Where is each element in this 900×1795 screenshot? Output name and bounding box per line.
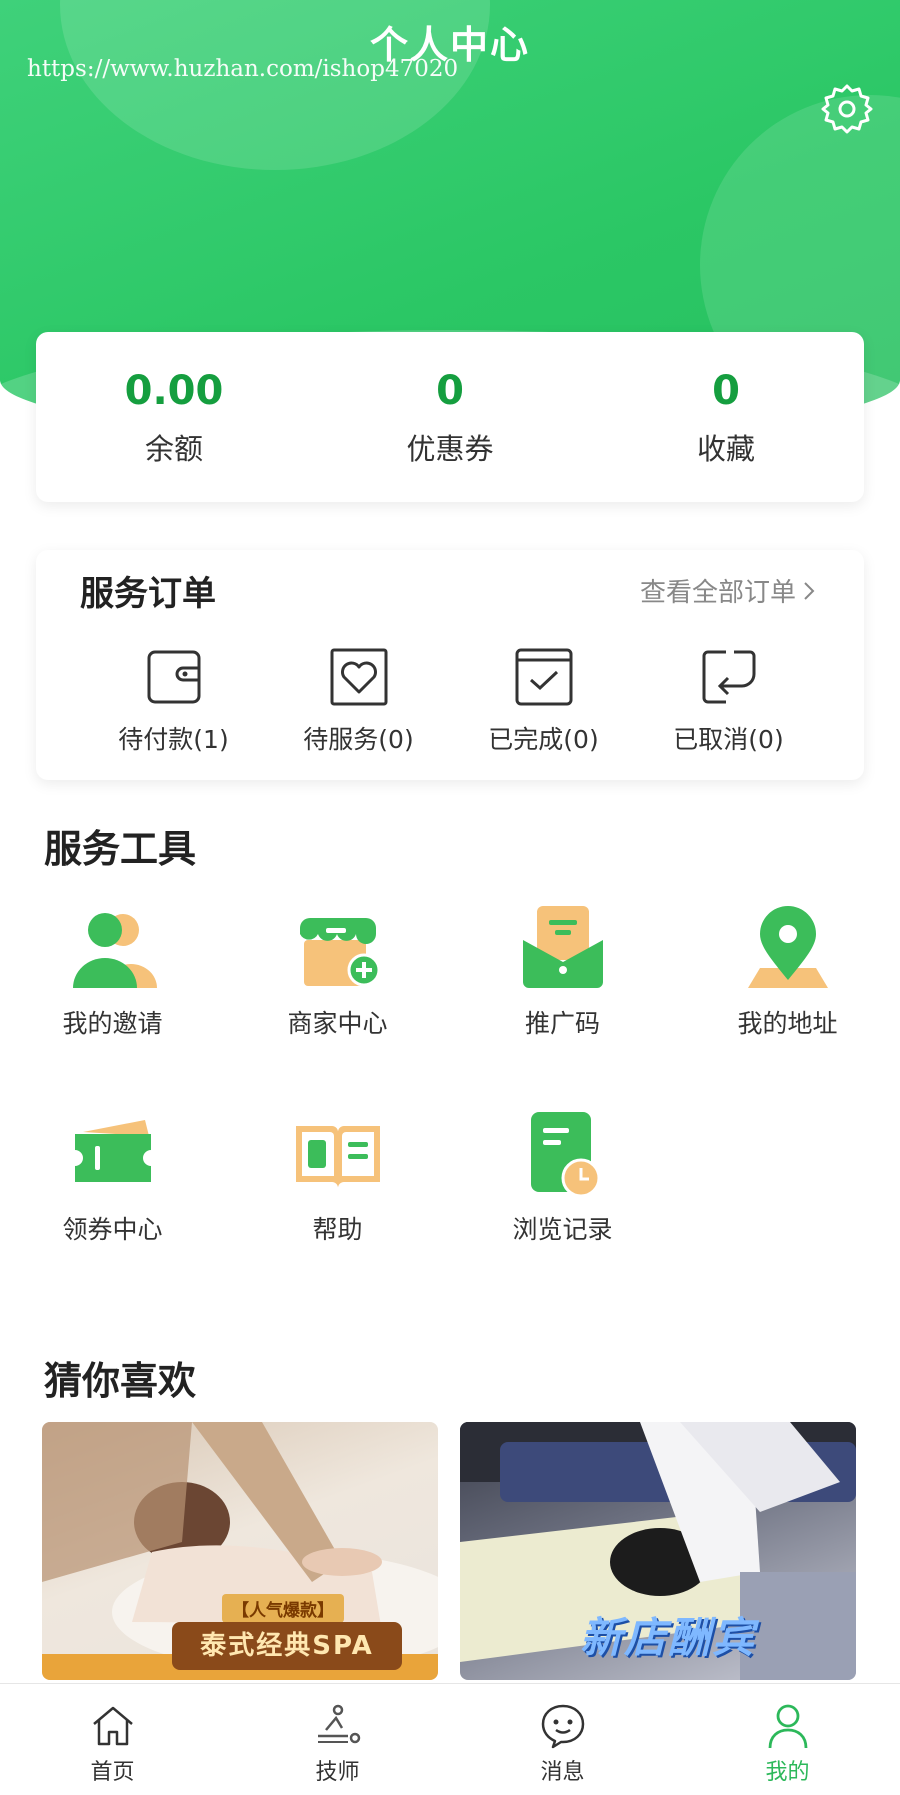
tab-label: 首页: [90, 1760, 135, 1785]
tool-label: 商家中心: [287, 1009, 388, 1038]
tool-label: 我的地址: [737, 1009, 838, 1038]
tool-promo-code[interactable]: 推广码: [450, 900, 675, 1040]
stat-value: 0: [436, 368, 464, 414]
order-completed[interactable]: 已完成(0): [451, 646, 636, 756]
massage-icon: [317, 1704, 360, 1744]
tab-technician[interactable]: 技师: [225, 1684, 450, 1795]
orders-title: 服务订单: [80, 574, 216, 614]
stat-value: 0.00: [124, 368, 224, 414]
tool-my-invites[interactable]: 我的邀请: [0, 900, 225, 1040]
stat-balance[interactable]: 0.00 余额: [36, 332, 312, 502]
gear-icon[interactable]: [820, 82, 874, 136]
tool-label: 我的邀请: [62, 1009, 163, 1038]
bottom-tab-bar: 首页 技师 消息 我的: [0, 1683, 900, 1795]
view-all-label: 查看全部订单: [639, 578, 796, 608]
watermark-url: https://www.huzhan.com/ishop47020: [27, 56, 459, 82]
stat-label: 优惠券: [406, 432, 494, 466]
stat-favorites[interactable]: 0 收藏: [588, 332, 864, 502]
tab-label: 消息: [540, 1760, 585, 1785]
book-icon: [295, 1126, 380, 1188]
tool-merchant-center[interactable]: 商家中心: [225, 900, 450, 1040]
history-icon: [530, 1112, 600, 1198]
chat-icon: [541, 1704, 584, 1749]
tool-label: 领券中心: [62, 1215, 163, 1244]
recommend-card[interactable]: 新店酬宾: [460, 1422, 856, 1680]
promo-tag: 【人气爆款】: [222, 1594, 344, 1623]
tool-browse-history[interactable]: 浏览记录: [450, 1106, 675, 1246]
stat-value: 0: [712, 368, 740, 414]
tool-label: 推广码: [524, 1009, 600, 1038]
order-pending-payment[interactable]: 待付款(1): [81, 646, 266, 756]
recommend-card[interactable]: 【人气爆款】 泰式经典SPA: [42, 1422, 438, 1680]
promo-badge: 泰式经典SPA: [172, 1622, 402, 1670]
wallet-icon: [147, 650, 200, 704]
tab-home[interactable]: 首页: [0, 1684, 225, 1795]
home-icon: [92, 1706, 133, 1746]
order-label: 待付款(1): [118, 725, 229, 754]
order-pending-service[interactable]: 待服务(0): [266, 646, 451, 756]
user-icon: [768, 1704, 807, 1749]
stat-label: 收藏: [696, 432, 755, 466]
tab-label: 技师: [315, 1760, 360, 1785]
recommend-section-title: 猜你喜欢: [44, 1359, 197, 1403]
heart-box-icon: [330, 648, 387, 706]
view-all-orders-link[interactable]: 查看全部订单: [640, 572, 816, 609]
tool-coupon-center[interactable]: 领券中心: [0, 1106, 225, 1246]
return-icon: [702, 650, 755, 704]
people-icon: [72, 913, 157, 988]
tab-messages[interactable]: 消息: [450, 1684, 675, 1795]
coupon-icon: [74, 1120, 151, 1182]
stat-label: 余额: [144, 432, 203, 466]
tab-label: 我的: [765, 1760, 810, 1785]
orders-card: 服务订单 查看全部订单 待付款(1) 待服务(0) 已完成(0) 已取消(0): [36, 550, 864, 780]
tool-label: 帮助: [312, 1215, 363, 1244]
envelope-icon: [522, 906, 603, 988]
shop-icon: [299, 918, 380, 987]
stats-card: 0.00 余额 0 优惠券 0 收藏: [36, 332, 864, 502]
promo-overlay-text: 新店酬宾: [580, 1613, 757, 1662]
order-label: 待服务(0): [303, 725, 414, 754]
check-box-icon: [515, 648, 572, 706]
recommend-list: 【人气爆款】 泰式经典SPA 新店酬宾: [42, 1422, 856, 1682]
tool-help[interactable]: 帮助: [225, 1106, 450, 1246]
tool-label: 浏览记录: [512, 1215, 613, 1244]
tab-mine[interactable]: 我的: [675, 1684, 900, 1795]
stat-coupons[interactable]: 0 优惠券: [312, 332, 588, 502]
location-pin-icon: [747, 906, 828, 988]
chevron-right-icon: [804, 581, 815, 600]
tool-my-address[interactable]: 我的地址: [675, 900, 900, 1040]
tools-section-title: 服务工具: [44, 827, 197, 871]
order-label: 已取消(0): [673, 725, 784, 754]
order-label: 已完成(0): [488, 725, 599, 754]
order-cancelled[interactable]: 已取消(0): [636, 646, 821, 756]
